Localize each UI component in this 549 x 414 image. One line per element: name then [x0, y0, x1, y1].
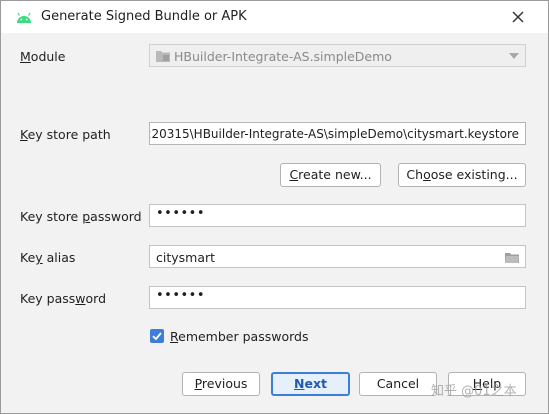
key-store-password-input[interactable]: ••••••: [149, 204, 526, 227]
key-store-password-value: ••••••: [156, 206, 206, 221]
previous-button[interactable]: Previous: [182, 372, 260, 396]
close-icon[interactable]: [508, 7, 528, 27]
key-store-password-label: Key store password: [20, 209, 142, 224]
next-button[interactable]: Next: [271, 372, 350, 396]
create-new-button[interactable]: Create new...: [280, 163, 381, 187]
remember-passwords-label[interactable]: Remember passwords: [170, 329, 308, 344]
choose-existing-button[interactable]: Choose existing...: [398, 163, 526, 187]
module-select: HBuilder-Integrate-AS.simpleDemo: [149, 44, 526, 67]
dialog-content: Module HBuilder-Integrate-AS.simpleDemo …: [1, 33, 548, 413]
checkmark-icon: [152, 332, 162, 341]
key-password-label: Key password: [20, 291, 107, 306]
key-alias-input[interactable]: citysmart: [149, 245, 526, 268]
title-bar: Generate Signed Bundle or APK: [1, 1, 548, 33]
module-label: Module: [20, 49, 66, 64]
dialog-window: Generate Signed Bundle or APK Module HBu…: [0, 0, 549, 414]
key-password-value: ••••••: [156, 288, 206, 303]
key-alias-value: citysmart: [156, 250, 216, 265]
remember-passwords-checkbox[interactable]: [150, 329, 164, 343]
android-icon: [17, 12, 31, 23]
key-alias-label: Key alias: [20, 250, 76, 265]
chevron-down-icon: [509, 53, 519, 59]
dialog-title: Generate Signed Bundle or APK: [41, 9, 247, 24]
help-button[interactable]: Help: [448, 372, 526, 396]
key-store-path-value: 220315\HBuilder-Integrate-AS\simpleDemo\…: [149, 127, 519, 141]
folder-browse-icon[interactable]: [505, 252, 519, 263]
cancel-button[interactable]: Cancel: [359, 372, 437, 396]
module-value: HBuilder-Integrate-AS.simpleDemo: [174, 49, 392, 64]
module-folder-icon: [156, 51, 170, 62]
key-store-path-input[interactable]: 220315\HBuilder-Integrate-AS\simpleDemo\…: [149, 122, 526, 145]
key-password-input[interactable]: ••••••: [149, 286, 526, 309]
key-store-path-label: Key store path: [20, 127, 111, 142]
